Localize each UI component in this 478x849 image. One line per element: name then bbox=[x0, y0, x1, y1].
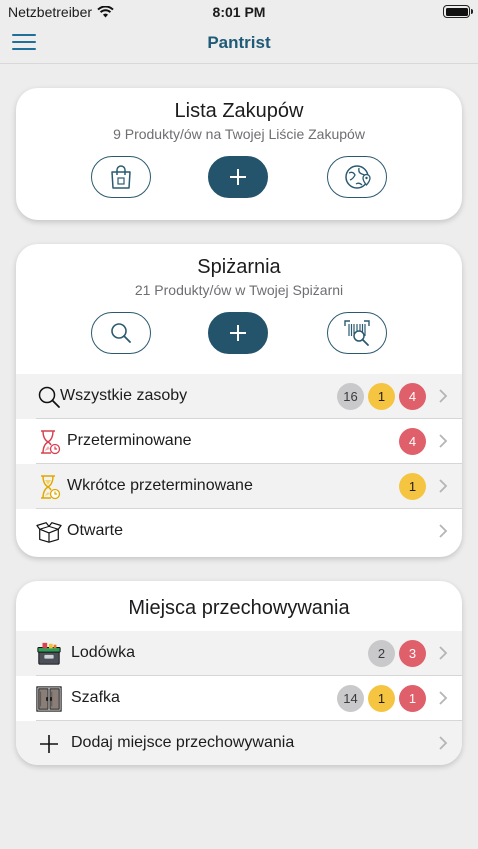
storage-locations-card: Miejsca przechowywania Lodówka 2 3 Szafk… bbox=[16, 581, 462, 765]
store-map-icon bbox=[345, 165, 371, 189]
clock: 8:01 PM bbox=[212, 4, 266, 20]
expiring-soon-count-badge: 1 bbox=[368, 383, 395, 410]
row-label: Wszystkie zasoby bbox=[60, 387, 188, 404]
pantry-row-all-items[interactable]: Wszystkie zasoby 16 1 4 bbox=[16, 374, 462, 419]
battery-icon bbox=[443, 5, 473, 18]
storage-row-cupboard[interactable]: Szafka 14 1 1 bbox=[16, 676, 462, 721]
pantry-card: Spiżarnia 21 Produkty/ów w Twojej Spiżar… bbox=[16, 244, 462, 557]
open-box-icon bbox=[36, 522, 62, 543]
pantry-search-button[interactable] bbox=[91, 312, 151, 354]
chevron-right-icon bbox=[439, 479, 448, 493]
expired-count-badge: 4 bbox=[399, 383, 426, 410]
expired-count-badge: 3 bbox=[399, 640, 426, 667]
plus-icon bbox=[40, 735, 58, 753]
chevron-right-icon bbox=[439, 434, 448, 448]
expired-count-badge: 4 bbox=[399, 428, 426, 455]
store-map-button[interactable] bbox=[327, 156, 387, 198]
hourglass-expired-icon bbox=[41, 430, 61, 455]
total-count-badge: 2 bbox=[368, 640, 395, 667]
shopping-list-subtitle: 9 Produkty/ów na Twojej Liście Zakupów bbox=[113, 126, 365, 142]
page-title: Pantrist bbox=[207, 33, 271, 52]
total-count-badge: 16 bbox=[337, 383, 364, 410]
row-label: Przeterminowane bbox=[67, 432, 192, 449]
row-label: Lodówka bbox=[71, 644, 136, 661]
chevron-right-icon bbox=[439, 524, 448, 538]
hourglass-soon-icon bbox=[41, 475, 61, 500]
pantry-row-opened[interactable]: Otwarte bbox=[16, 509, 462, 554]
shopping-list-card: Lista Zakupów 9 Produkty/ów na Twojej Li… bbox=[16, 88, 462, 220]
storage-row-fridge[interactable]: Lodówka 2 3 bbox=[16, 631, 462, 676]
storage-locations-title: Miejsca przechowywania bbox=[128, 597, 350, 619]
barcode-scan-button[interactable] bbox=[327, 312, 387, 354]
expired-count-badge: 1 bbox=[399, 685, 426, 712]
shopping-bag-button[interactable] bbox=[91, 156, 151, 198]
add-shopping-item-button[interactable] bbox=[208, 156, 268, 198]
cupboard-icon bbox=[36, 686, 62, 712]
chevron-right-icon bbox=[439, 691, 448, 705]
pantry-subtitle: 21 Produkty/ów w Twojej Spiżarni bbox=[134, 282, 344, 298]
add-pantry-item-button[interactable] bbox=[208, 312, 268, 354]
cooler-icon bbox=[37, 642, 61, 665]
chevron-right-icon bbox=[439, 389, 448, 403]
total-count-badge: 14 bbox=[337, 685, 364, 712]
plus-icon bbox=[230, 169, 246, 185]
chevron-right-icon bbox=[439, 646, 448, 660]
status-bar: Netzbetreiber 8:01 PM bbox=[0, 0, 478, 24]
search-icon bbox=[111, 323, 131, 343]
row-label: Dodaj miejsce przechowywania bbox=[71, 734, 295, 751]
row-label: Wkrótce przeterminowane bbox=[67, 477, 253, 494]
row-label: Otwarte bbox=[67, 522, 124, 539]
shopping-list-title: Lista Zakupów bbox=[174, 100, 304, 122]
expiring-soon-count-badge: 1 bbox=[399, 473, 426, 500]
expiring-soon-count-badge: 1 bbox=[368, 685, 395, 712]
pantry-title: Spiżarnia bbox=[197, 256, 281, 278]
plus-icon bbox=[230, 325, 246, 341]
pantry-row-expiring-soon[interactable]: Wkrótce przeterminowane 1 bbox=[16, 464, 462, 509]
shopping-bag-icon bbox=[111, 165, 131, 189]
chevron-right-icon bbox=[439, 736, 448, 750]
nav-bar: Pantrist bbox=[0, 24, 478, 64]
row-label: Szafka bbox=[71, 689, 120, 706]
pantry-row-expired[interactable]: Przeterminowane 4 bbox=[16, 419, 462, 464]
barcode-scan-icon bbox=[344, 320, 370, 346]
storage-row-add-location[interactable]: Dodaj miejsce przechowywania bbox=[16, 721, 462, 765]
search-icon bbox=[38, 386, 60, 408]
